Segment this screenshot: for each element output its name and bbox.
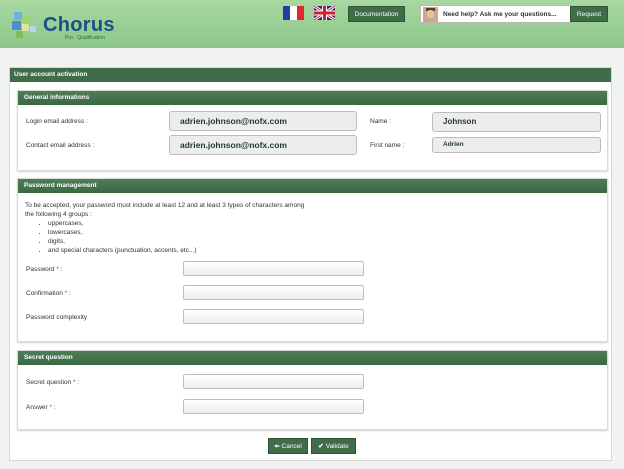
validate-button[interactable]: ✔ Validate <box>311 438 356 454</box>
password-rules: To be accepted, your password must inclu… <box>25 201 355 256</box>
documentation-button[interactable]: Documentation <box>348 6 405 22</box>
required-marker: * <box>64 290 68 297</box>
password-rules-line1: To be accepted, your password must inclu… <box>25 202 305 209</box>
first-name-field: Adrien <box>432 137 601 153</box>
confirmation-label: Confirmation * : <box>26 290 71 297</box>
secret-question-label: Secret question * : <box>26 379 80 386</box>
login-email-field: adrien.johnson@nofx.com <box>169 111 357 131</box>
name-label: Name : <box>370 118 391 125</box>
checkmark-icon: ✔ <box>318 443 324 450</box>
confirmation-input[interactable] <box>183 285 364 300</box>
login-email-value: adrien.johnson@nofx.com <box>180 116 287 126</box>
account-activation-panel: User account activation General informat… <box>9 67 612 461</box>
request-button[interactable]: Request <box>570 6 608 22</box>
password-label: Password * : <box>26 266 63 273</box>
logo-text: Chorus <box>43 14 115 36</box>
required-marker: * <box>56 266 59 273</box>
cancel-button[interactable]: 🠨 Cancel <box>268 438 308 454</box>
help-box[interactable]: Need help? Ask me your questions... <box>420 5 571 23</box>
first-name-label: First name : <box>370 142 405 149</box>
contact-email-value: adrien.johnson@nofx.com <box>180 140 287 150</box>
password-management-title: Password management <box>18 179 607 193</box>
contact-email-label: Contact email address : <box>26 142 95 149</box>
list-item: lowercases, <box>48 228 355 237</box>
list-item: digits, <box>48 237 355 246</box>
first-name-value: Adrien <box>443 141 464 148</box>
answer-label: Answer * : <box>26 404 56 411</box>
logo-subtitle: Pro · Qualification <box>65 35 105 41</box>
required-marker: * <box>72 379 76 386</box>
uk-flag-icon[interactable] <box>314 6 335 20</box>
login-email-label: Login email address : <box>26 118 88 125</box>
help-text: Need help? Ask me your questions... <box>443 11 557 18</box>
support-avatar <box>423 7 438 22</box>
secret-question-input[interactable] <box>183 374 364 389</box>
password-groups-list: uppercases, lowercases, digits, and spec… <box>25 219 355 255</box>
chorus-logo[interactable]: Chorus Pro · Qualification <box>10 10 130 42</box>
password-rules-line2: the following 4 groups : <box>25 211 92 219</box>
contact-email-field: adrien.johnson@nofx.com <box>169 135 357 155</box>
general-informations-title: General informations <box>18 91 607 105</box>
password-complexity-field <box>183 309 364 324</box>
answer-input[interactable] <box>183 399 364 414</box>
cancel-label: Cancel <box>281 443 302 450</box>
general-informations-section: General informations Login email address… <box>17 90 608 171</box>
name-value: Johnson <box>443 117 477 126</box>
logo-squares-icon <box>12 12 36 38</box>
list-item: uppercases, <box>48 219 355 228</box>
french-flag-icon[interactable] <box>283 6 304 20</box>
secret-question-section: Secret question Secret question * : Answ… <box>17 350 608 430</box>
name-field: Johnson <box>432 112 601 132</box>
validate-label: Validate <box>325 443 349 450</box>
list-item: and special characters (punctuation, acc… <box>48 246 355 255</box>
header: Chorus Pro · Qualification Documentation… <box>0 0 624 48</box>
arrow-left-icon: 🠨 <box>274 443 280 450</box>
page-title: User account activation <box>10 68 611 82</box>
required-marker: * <box>49 404 53 411</box>
password-management-section: Password management To be accepted, your… <box>17 178 608 342</box>
password-input[interactable] <box>183 261 364 276</box>
secret-question-title: Secret question <box>18 351 607 365</box>
password-complexity-label: Password complexity <box>26 314 88 321</box>
